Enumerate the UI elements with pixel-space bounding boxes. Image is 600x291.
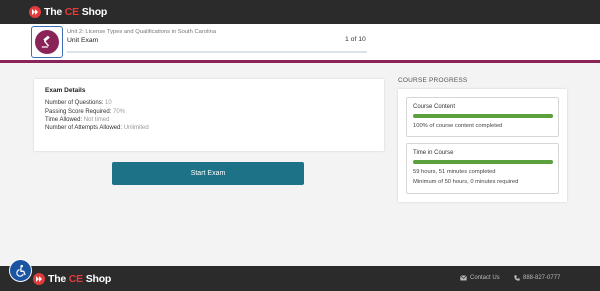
time-in-course-label: Time in Course bbox=[413, 150, 454, 156]
logo-text: The CE Shop bbox=[48, 273, 112, 285]
exam-details-heading: Exam Details bbox=[45, 87, 86, 94]
course-content-bar bbox=[413, 114, 553, 118]
exam-detail-value: Not timed bbox=[83, 117, 110, 123]
contact-us-link[interactable]: Contact Us bbox=[460, 275, 500, 281]
exam-detail-label: Number of Attempts Allowed: bbox=[45, 125, 123, 131]
exam-detail-row: Number of Attempts Allowed: Unlimited bbox=[45, 125, 149, 131]
course-content-progress: Course Content 100% of course content co… bbox=[406, 97, 559, 137]
course-content-label: Course Content bbox=[413, 104, 456, 110]
time-in-course-bar-fill bbox=[413, 160, 553, 164]
course-progress-card: Course Content 100% of course content co… bbox=[398, 89, 567, 202]
accessibility-button[interactable] bbox=[9, 259, 32, 282]
footer-logo[interactable]: The CE Shop bbox=[33, 273, 111, 285]
exam-detail-value: Unlimited bbox=[123, 125, 149, 131]
time-completed-text: 59 hours, 51 minutes completed bbox=[413, 169, 496, 175]
exam-detail-label: Time Allowed: bbox=[45, 117, 83, 123]
header-divider bbox=[0, 60, 600, 63]
exam-detail-label: Passing Score Required: bbox=[45, 109, 112, 115]
fast-forward-logo-icon bbox=[29, 6, 41, 18]
phone-number: 888-827-0777 bbox=[523, 275, 561, 281]
unit-progress-track bbox=[67, 51, 367, 53]
logo-text: The CE Shop bbox=[44, 6, 108, 18]
footer: The CE Shop Contact Us 888-827-0777 bbox=[0, 266, 600, 291]
exam-detail-value: 70% bbox=[113, 109, 126, 115]
contact-us-label: Contact Us bbox=[470, 275, 500, 281]
exam-detail-value: 10 bbox=[105, 100, 112, 106]
time-minimum-text: Minimum of 50 hours, 0 minutes required bbox=[413, 179, 519, 185]
exam-detail-label: Number of Questions: bbox=[45, 100, 104, 106]
start-exam-button[interactable]: Start Exam bbox=[112, 162, 304, 185]
unit-subtitle: Unit 2: License Types and Qualifications… bbox=[67, 29, 217, 35]
exam-details-card: Exam Details Number of Questions: 10 Pas… bbox=[34, 79, 384, 151]
exam-detail-row: Passing Score Required: 70% bbox=[45, 109, 125, 115]
course-progress-heading: COURSE PROGRESS bbox=[398, 77, 468, 84]
phone-icon bbox=[514, 275, 520, 281]
course-content-status: 100% of course content completed bbox=[413, 123, 503, 129]
unit-counter: 1 of 10 bbox=[345, 36, 366, 43]
time-in-course-progress: Time in Course 59 hours, 51 minutes comp… bbox=[406, 143, 559, 194]
phone-link[interactable]: 888-827-0777 bbox=[514, 275, 560, 281]
ce-shop-logo[interactable]: The CE Shop bbox=[29, 6, 107, 18]
accessibility-icon bbox=[16, 264, 26, 277]
time-in-course-bar bbox=[413, 160, 553, 164]
envelope-icon bbox=[460, 275, 467, 281]
course-content-bar-fill bbox=[413, 114, 553, 118]
exam-detail-row: Time Allowed: Not timed bbox=[45, 117, 109, 123]
exam-detail-row: Number of Questions: 10 bbox=[45, 100, 112, 106]
unit-icon-frame[interactable] bbox=[31, 26, 63, 58]
gavel-icon bbox=[35, 30, 59, 54]
top-header: The CE Shop bbox=[0, 0, 600, 24]
fast-forward-logo-icon bbox=[33, 273, 45, 285]
unit-bar: Unit 2: License Types and Qualifications… bbox=[0, 24, 600, 60]
unit-title: Unit Exam bbox=[67, 37, 99, 44]
